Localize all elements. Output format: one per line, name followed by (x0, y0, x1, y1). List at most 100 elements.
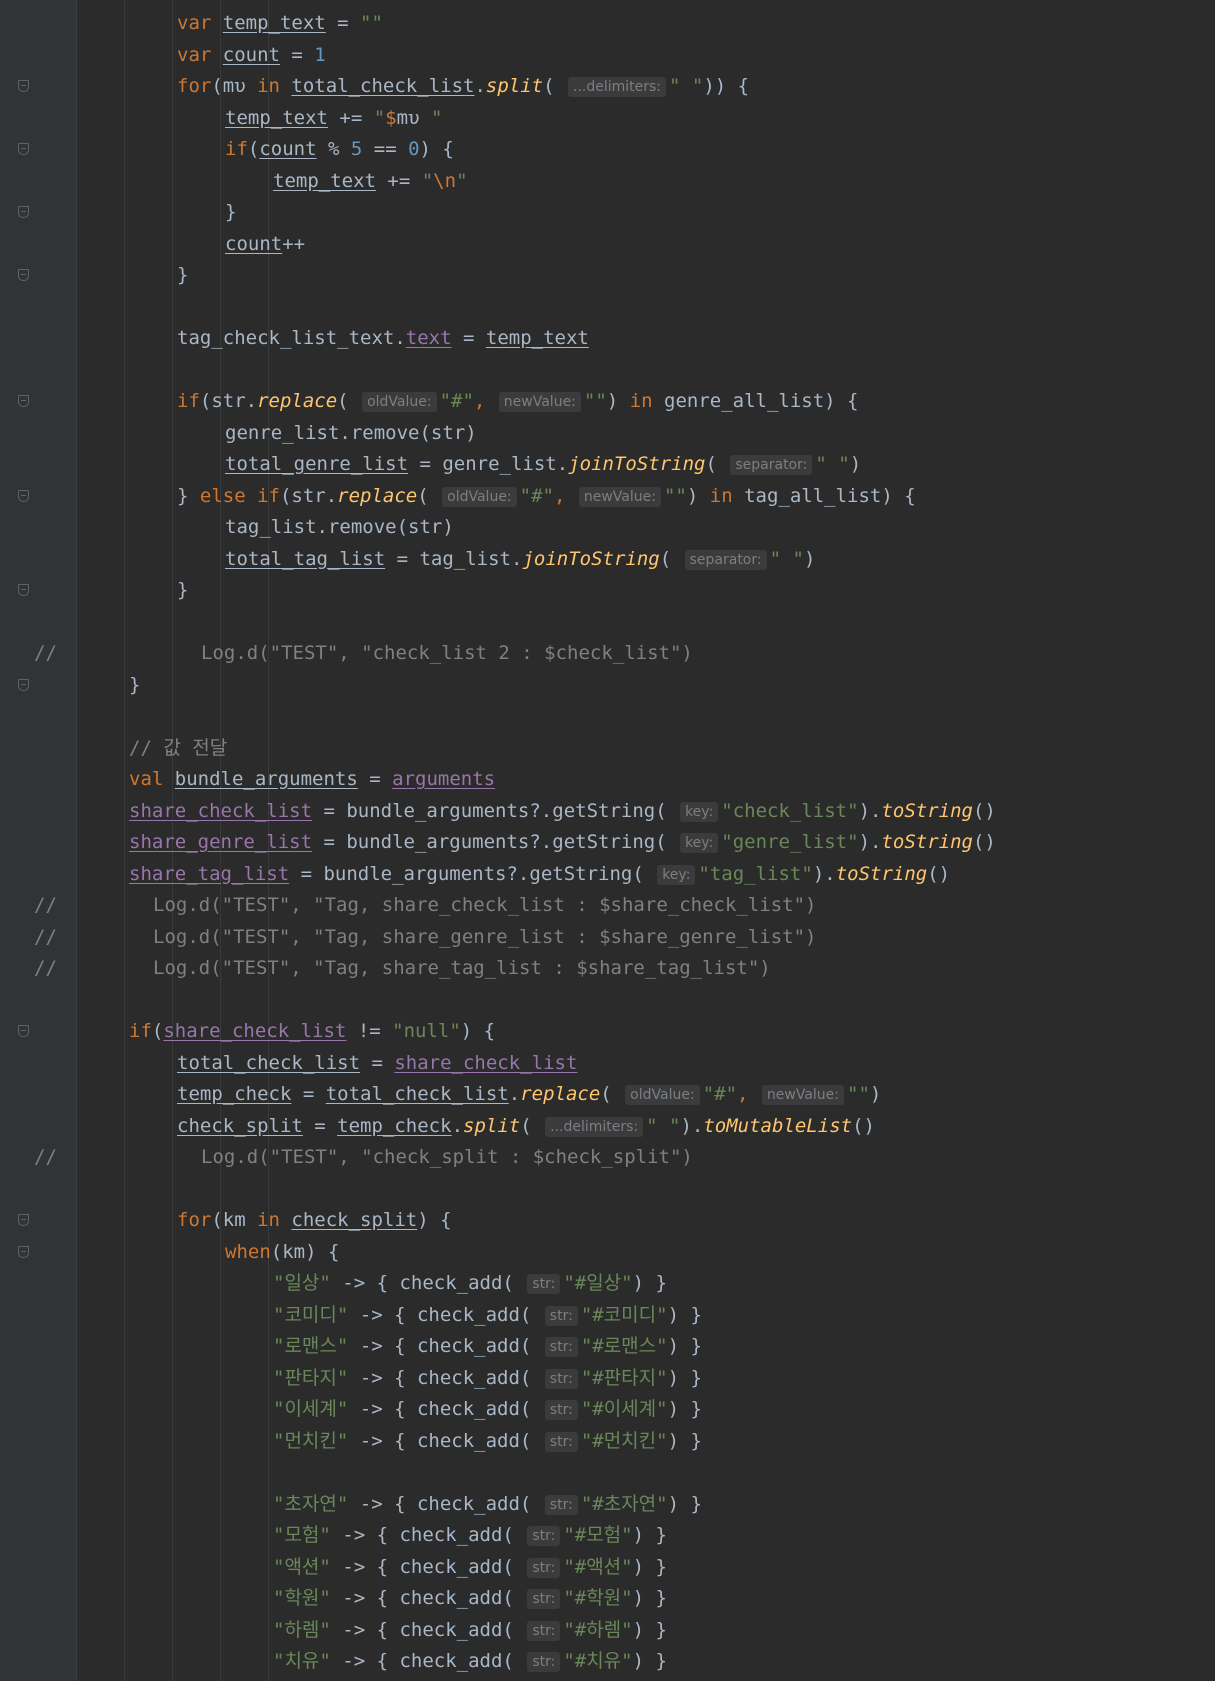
code-line[interactable]: "판타지" -> { check_add( str: "#판타지") } (0, 1363, 1215, 1394)
code-line[interactable] (0, 985, 1215, 1016)
code-text: ) (606, 390, 630, 412)
code-line[interactable]: total_genre_list = genre_list.joinToStri… (0, 449, 1215, 480)
code-line[interactable] (0, 292, 1215, 323)
code-line[interactable]: "액션" -> { check_add( str: "#액션") } (0, 1552, 1215, 1583)
code-line[interactable]: // Log.d("TEST", "Tag, share_tag_list : $… (0, 953, 1215, 984)
code-line[interactable]: tag_list.remove(str) (0, 512, 1215, 543)
number-literal: 0 (408, 138, 420, 160)
code-text: ). (812, 862, 836, 885)
code-line[interactable]: // Log.d("TEST", "check_split : $check_sp… (0, 1142, 1215, 1173)
code-line[interactable]: // Log.d("TEST", "check_list 2 : $check_l… (0, 638, 1215, 669)
code-content: "코미디" -> { check_add( str: "#코미디") } (273, 1300, 702, 1331)
code-content: } else if(str.replace( oldValue: "#", new… (177, 481, 916, 512)
code-line[interactable]: var count = 1 (0, 40, 1215, 71)
code-line[interactable]: temp_text += "$mυ " (0, 103, 1215, 134)
code-line[interactable]: } (0, 575, 1215, 606)
code-line[interactable]: if(count % 5 == 0) { (0, 134, 1215, 165)
code-content: temp_text += "\n" (273, 166, 468, 197)
code-content: "판타지" -> { check_add( str: "#판타지") } (273, 1363, 702, 1394)
code-line[interactable]: share_tag_list = bundle_arguments?.getSt… (0, 859, 1215, 890)
code-content: "치유" -> { check_add( str: "#치유") } (273, 1646, 667, 1677)
code-line[interactable]: if(share_check_list != "null") { (0, 1016, 1215, 1047)
code-line[interactable]: check_split = temp_check.split( ...delim… (0, 1111, 1215, 1142)
code-line[interactable]: } (0, 670, 1215, 701)
code-line[interactable]: when(km) { (0, 1237, 1215, 1268)
variable-ref: total_check_list (291, 75, 475, 97)
code-line[interactable]: tag_check_list_text.text = temp_text (0, 323, 1215, 354)
field-ref: text (405, 327, 452, 349)
code-line[interactable] (0, 355, 1215, 386)
fold-toggle-icon[interactable] (18, 1025, 29, 1037)
string-literal: "null" (392, 1020, 461, 1042)
string-literal: "#" (702, 1083, 738, 1105)
code-line[interactable]: "모험" -> { check_add( str: "#모험") } (0, 1520, 1215, 1551)
string-literal: "하렘" (273, 1618, 331, 1641)
code-line[interactable]: temp_text += "\n" (0, 166, 1215, 197)
code-text: ( (151, 1020, 164, 1042)
code-line[interactable]: "초자연" -> { check_add( str: "#초자연") } (0, 1489, 1215, 1520)
code-text: ) { (419, 138, 454, 160)
code-lines: var temp_text = "" var count = 1 for(mυ in… (0, 0, 1215, 1681)
code-text: == (362, 138, 409, 160)
code-line[interactable]: temp_check = total_check_list.replace( o… (0, 1079, 1215, 1110)
string-literal: " " (769, 547, 804, 570)
code-line[interactable]: "이세계" -> { check_add( str: "#이세계") } (0, 1394, 1215, 1425)
fold-toggle-icon[interactable] (18, 678, 29, 691)
code-line[interactable]: val bundle_arguments = arguments (0, 764, 1215, 795)
code-line[interactable]: count++ (0, 229, 1215, 260)
parameter-hint: oldValue: (362, 392, 437, 412)
string-literal: "#이세계" (580, 1398, 668, 1420)
fold-toggle-icon[interactable] (18, 269, 29, 281)
fold-toggle-icon[interactable] (18, 584, 29, 596)
fold-toggle-icon[interactable] (18, 80, 29, 92)
code-line[interactable]: total_tag_list = tag_list.joinToString( … (0, 544, 1215, 575)
code-line[interactable]: "치유" -> { check_add( str: "#치유") } (0, 1646, 1215, 1677)
code-line[interactable]: // Log.d("TEST", "Tag, share_genre_list :… (0, 922, 1215, 953)
variable-ref: temp_text (273, 169, 376, 192)
comment-text: // 값 전달 (129, 736, 228, 759)
fold-toggle-icon[interactable] (18, 489, 29, 502)
code-text: } (129, 673, 141, 696)
code-line[interactable]: if(str.replace( oldValue: "#", newValue: "… (0, 386, 1215, 417)
code-line[interactable]: genre_list.remove(str) (0, 418, 1215, 449)
code-line[interactable]: // 값 전달 (0, 733, 1215, 764)
code-editor[interactable]: var temp_text = "" var count = 1 for(mυ in… (0, 0, 1215, 1681)
code-line[interactable]: "코미디" -> { check_add( str: "#코미디") } (0, 1300, 1215, 1331)
code-line[interactable]: } (0, 197, 1215, 228)
string-literal: "초자연" (273, 1492, 349, 1515)
keyword: , (737, 1083, 760, 1105)
code-line[interactable]: "학원" -> { check_add( str: "#학원") } (0, 1583, 1215, 1614)
fold-toggle-icon[interactable] (18, 1245, 29, 1258)
code-line[interactable] (0, 1457, 1215, 1488)
line-comment-marker: // (34, 957, 57, 979)
code-line[interactable]: share_genre_list = bundle_arguments?.get… (0, 827, 1215, 858)
fold-toggle-icon[interactable] (18, 1214, 29, 1226)
code-text: -> { check_add( (330, 1650, 526, 1672)
code-line[interactable]: var temp_text = "" (0, 8, 1215, 39)
code-line[interactable]: for(mυ in total_check_list.split( ...del… (0, 71, 1215, 102)
code-line[interactable]: "로맨스" -> { check_add( str: "#로맨스") } (0, 1331, 1215, 1362)
code-line[interactable]: "먼치킨" -> { check_add( str: "#먼치킨") } (0, 1426, 1215, 1457)
fold-toggle-icon[interactable] (18, 143, 29, 155)
parameter-hint: newValue: (498, 392, 581, 412)
keyword: else if (199, 484, 280, 507)
fold-toggle-icon[interactable] (18, 395, 29, 407)
code-line[interactable]: "하렘" -> { check_add( str: "#하렘") } (0, 1615, 1215, 1646)
code-line[interactable]: total_check_list = share_check_list (0, 1048, 1215, 1079)
code-line[interactable] (0, 607, 1215, 638)
variable-ref: temp_check (337, 1114, 452, 1137)
string-literal: "이세계" (273, 1398, 349, 1420)
code-text: % (316, 138, 351, 160)
fold-toggle-icon[interactable] (18, 206, 29, 218)
code-line[interactable] (0, 1174, 1215, 1205)
code-line[interactable]: share_check_list = bundle_arguments?.get… (0, 796, 1215, 827)
code-line[interactable] (0, 701, 1215, 732)
code-line[interactable]: for(km in check_split) { (0, 1205, 1215, 1236)
code-text: ) { (417, 1209, 452, 1231)
code-line[interactable]: // Log.d("TEST", "Tag, share_check_list :… (0, 890, 1215, 921)
code-line[interactable]: } else if(str.replace( oldValue: "#", new… (0, 481, 1215, 512)
code-text: = (279, 43, 315, 66)
code-line[interactable]: "일상" -> { check_add( str: "#일상") } (0, 1268, 1215, 1299)
code-content: } (225, 197, 236, 228)
code-line[interactable]: } (0, 260, 1215, 291)
